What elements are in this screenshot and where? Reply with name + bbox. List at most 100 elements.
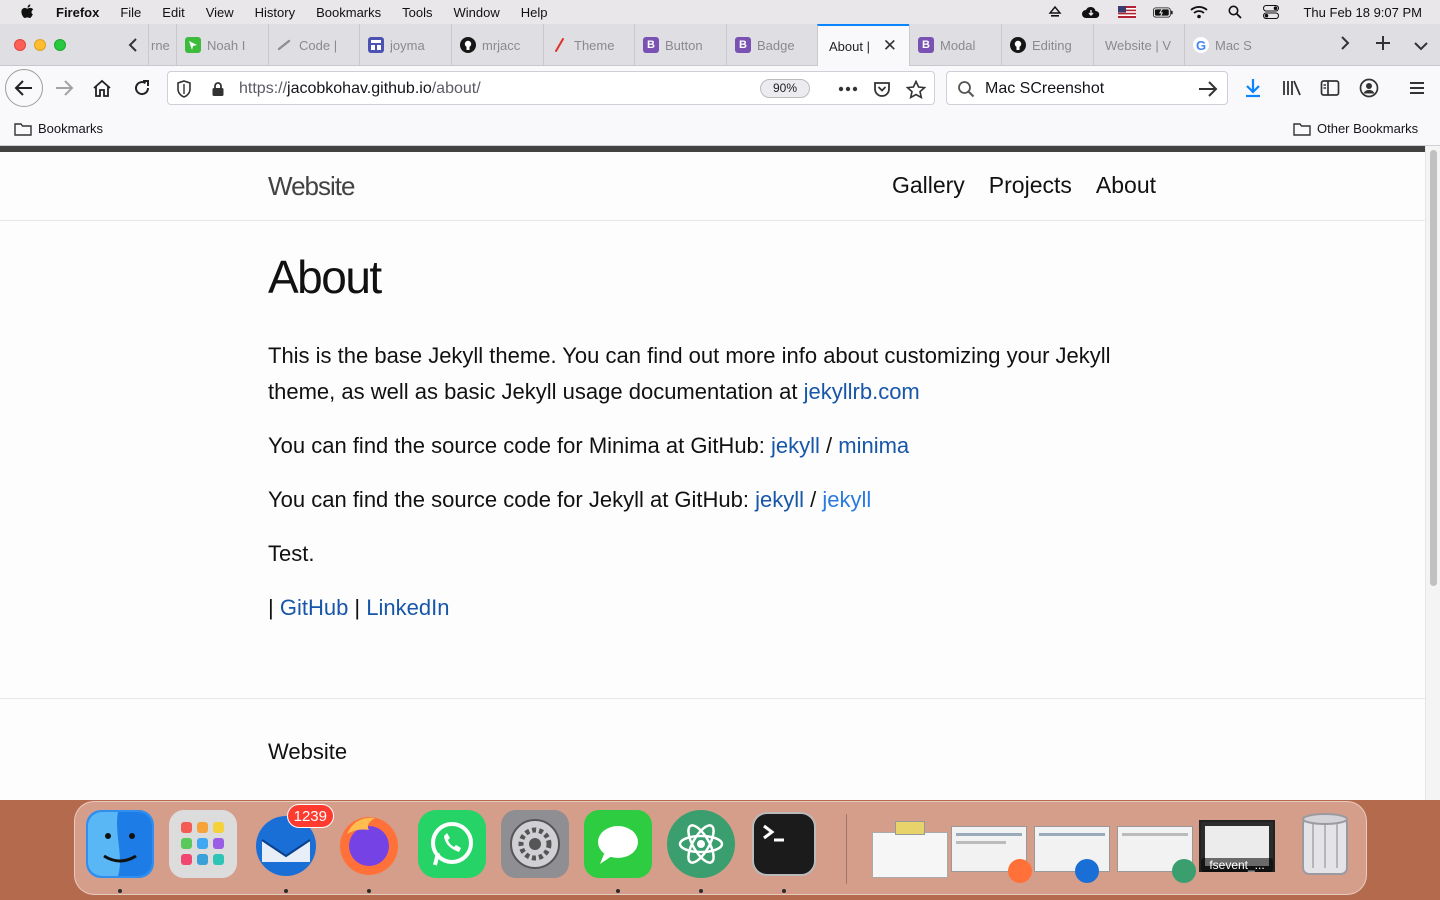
minimized-window-thumbnail[interactable]	[872, 821, 948, 878]
menu-file[interactable]: File	[120, 5, 141, 20]
tab-label: joyma	[390, 37, 425, 53]
back-button[interactable]	[5, 69, 43, 107]
account-avatar-icon[interactable]	[1357, 76, 1381, 100]
jekyll-user-link[interactable]: jekyll	[771, 433, 820, 458]
scrollbar-thumb[interactable]	[1430, 150, 1437, 586]
minimized-thunderbird-window[interactable]	[1034, 826, 1110, 883]
tab-modal[interactable]: B Modal	[909, 24, 1001, 66]
tab-mrjacc[interactable]: mrjacc	[451, 24, 543, 66]
search-bar[interactable]: Mac SCreenshot	[946, 71, 1228, 105]
bootstrap-favicon-icon: B	[735, 37, 751, 53]
zoom-level-badge[interactable]: 90%	[760, 79, 810, 98]
eject-icon[interactable]	[1045, 4, 1065, 20]
tab-partial[interactable]: rne	[148, 24, 176, 66]
reload-button[interactable]	[124, 70, 160, 106]
lock-icon[interactable]	[208, 79, 228, 99]
window-minimize-button[interactable]	[34, 39, 46, 51]
minimized-atom-window[interactable]	[1117, 826, 1196, 883]
page-scrollbar[interactable]	[1425, 146, 1440, 800]
minima-repo-link[interactable]: minima	[838, 433, 909, 458]
pocket-icon[interactable]	[872, 79, 892, 99]
linkedin-link[interactable]: LinkedIn	[366, 595, 449, 620]
messages-icon[interactable]	[584, 810, 652, 878]
tab-close-icon[interactable]: ✕	[883, 36, 897, 56]
site-title-link[interactable]: Website	[268, 171, 355, 202]
cloud-icon[interactable]	[1081, 4, 1101, 20]
tab-about-active[interactable]: About | ✕	[817, 24, 909, 66]
tab-mac-screenshot[interactable]: G Mac S	[1184, 24, 1274, 66]
url-text[interactable]: https://jacobkohav.github.io/about/	[239, 80, 481, 98]
url-bar[interactable]: https://jacobkohav.github.io/about/ 90%	[167, 71, 935, 105]
jekyll-user-link-2[interactable]: jekyll	[755, 487, 804, 512]
nav-link-projects[interactable]: Projects	[989, 172, 1072, 199]
terminal-icon[interactable]	[752, 812, 816, 876]
menu-view[interactable]: View	[206, 5, 234, 20]
bookmarks-folder[interactable]: Bookmarks	[14, 121, 103, 136]
firefox-icon[interactable]	[335, 810, 403, 878]
jekyllrb-link[interactable]: jekyllrb.com	[804, 379, 920, 404]
new-tab-plus-icon[interactable]	[1364, 34, 1402, 57]
thunderbird-icon[interactable]: 1239	[252, 804, 334, 878]
tab-button[interactable]: B Button	[634, 24, 726, 66]
menu-help[interactable]: Help	[521, 5, 548, 20]
browser-tab-strip: rne Noah I Code | joyma mrjacc Theme B B…	[0, 24, 1440, 66]
hamburger-menu-icon[interactable]	[1405, 76, 1429, 100]
battery-icon[interactable]	[1153, 4, 1174, 20]
nav-link-about[interactable]: About	[1096, 172, 1156, 199]
atom-editor-icon[interactable]	[667, 810, 735, 878]
tab-label: rne	[151, 37, 170, 53]
spotlight-search-icon[interactable]	[1225, 4, 1245, 20]
paragraph-minima-source: You can find the source code for Minima …	[268, 428, 1148, 464]
control-center-icon[interactable]	[1261, 4, 1281, 20]
launchpad-icon[interactable]	[169, 810, 237, 878]
tab-scroll-left-button[interactable]	[118, 24, 148, 66]
menu-edit[interactable]: Edit	[162, 5, 184, 20]
menu-history[interactable]: History	[255, 5, 295, 20]
minimized-terminal-window[interactable]: fsevent_...	[1199, 820, 1275, 872]
tab-website[interactable]: Website | V	[1093, 24, 1184, 66]
github-link[interactable]: GitHub	[280, 595, 348, 620]
tab-badge[interactable]: B Badge	[726, 24, 817, 66]
tab-joyma[interactable]: joyma	[359, 24, 451, 66]
menu-bookmarks[interactable]: Bookmarks	[316, 5, 381, 20]
status-menu-area: Thu Feb 18 9:07 PM	[1045, 0, 1422, 24]
folder-icon	[14, 122, 32, 136]
menu-window[interactable]: Window	[454, 5, 500, 20]
search-go-arrow-icon[interactable]	[1198, 79, 1218, 99]
home-button[interactable]	[84, 70, 120, 106]
downloads-arrow-icon[interactable]	[1241, 76, 1265, 100]
list-all-tabs-chevron-down-icon[interactable]	[1402, 34, 1440, 57]
tracking-protection-shield-icon[interactable]	[174, 79, 194, 99]
minimized-firefox-window[interactable]	[951, 826, 1032, 883]
wifi-icon[interactable]	[1189, 4, 1209, 20]
arrow-left-icon	[14, 80, 32, 96]
sidebar-toggle-icon[interactable]	[1318, 76, 1342, 100]
trash-icon[interactable]	[1291, 810, 1359, 878]
menu-firefox[interactable]: Firefox	[56, 5, 99, 20]
menubar-clock[interactable]: Thu Feb 18 9:07 PM	[1303, 5, 1422, 20]
menu-tools[interactable]: Tools	[402, 5, 432, 20]
bookmark-star-icon[interactable]	[906, 79, 926, 99]
nav-link-gallery[interactable]: Gallery	[892, 172, 965, 199]
tab-scroll-right-icon[interactable]	[1326, 34, 1364, 57]
unread-count-badge: 1239	[286, 804, 334, 828]
tab-code[interactable]: Code |	[268, 24, 359, 66]
page-actions-ellipsis-icon[interactable]	[838, 79, 858, 99]
paragraph-intro-text: This is the base Jekyll theme. You can f…	[268, 343, 1111, 404]
finder-icon[interactable]	[86, 810, 154, 878]
tab-noah[interactable]: Noah I	[176, 24, 268, 66]
tab-theme[interactable]: Theme	[543, 24, 634, 66]
jekyll-repo-link[interactable]: jekyll	[822, 487, 871, 512]
whatsapp-icon[interactable]	[418, 810, 486, 878]
search-query-text[interactable]: Mac SCreenshot	[985, 80, 1104, 98]
other-bookmarks-folder[interactable]: Other Bookmarks	[1293, 121, 1418, 136]
forward-button[interactable]	[46, 70, 82, 106]
window-zoom-button[interactable]	[54, 39, 66, 51]
system-preferences-gear-icon[interactable]	[501, 810, 569, 878]
window-close-button[interactable]	[14, 39, 26, 51]
library-icon[interactable]	[1280, 76, 1304, 100]
apple-menu-icon[interactable]	[20, 4, 38, 20]
macos-dock: 1239 fsevent_...	[74, 801, 1367, 895]
tab-editing[interactable]: Editing	[1001, 24, 1093, 66]
us-flag-icon[interactable]	[1117, 4, 1137, 20]
